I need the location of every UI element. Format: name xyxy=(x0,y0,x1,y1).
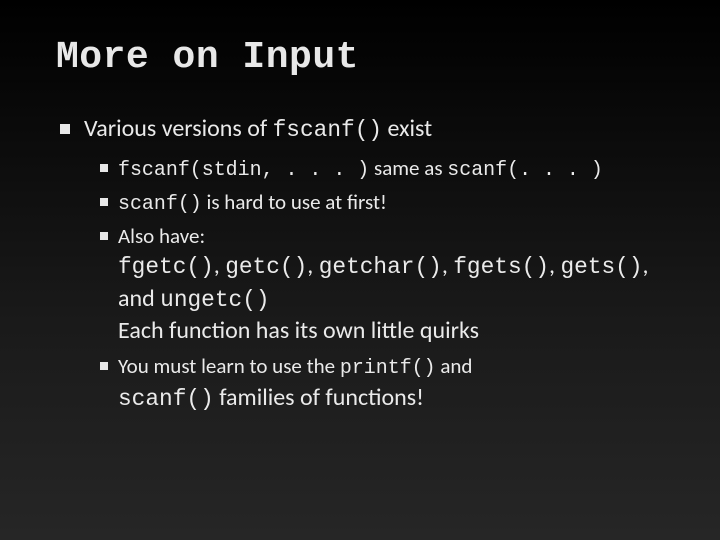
sep: , xyxy=(442,251,453,280)
text: families of functions! xyxy=(214,383,424,412)
code: ungetc() xyxy=(160,287,269,313)
code: fgetc() xyxy=(118,254,214,280)
sep: , xyxy=(549,251,560,280)
bullet-list: Various versions of fscanf() exist fscan… xyxy=(56,113,678,415)
sep: , xyxy=(307,251,318,280)
text: Various versions of xyxy=(84,114,273,143)
code: fscanf(stdin, . . . ) xyxy=(118,158,369,181)
code: fscanf() xyxy=(273,117,382,143)
code: printf() xyxy=(340,356,436,379)
sub-bullet-item: fscanf(stdin, . . . ) same as scanf(. . … xyxy=(98,154,678,184)
bullet-item: Various versions of fscanf() exist fscan… xyxy=(58,113,678,415)
sub-bullet-item: Also have: fgetc(), getc(), getchar(), f… xyxy=(98,222,678,348)
slide-title: More on Input xyxy=(56,36,678,79)
sub-bullet-item: scanf() is hard to use at first! xyxy=(98,188,678,218)
text: exist xyxy=(382,114,432,143)
sub-bullet-item: You must learn to use the printf() and s… xyxy=(98,352,678,415)
text: same as xyxy=(369,155,447,181)
text: You must learn to use the xyxy=(118,353,340,379)
sep: , xyxy=(643,251,649,280)
slide: More on Input Various versions of fscanf… xyxy=(0,0,720,540)
text: and xyxy=(118,284,160,313)
sub-bullet-list: fscanf(stdin, . . . ) same as scanf(. . … xyxy=(84,154,678,415)
code: scanf() xyxy=(118,386,214,412)
code: fgets() xyxy=(453,254,549,280)
continuation: scanf() families of functions! xyxy=(118,382,678,415)
code: getc() xyxy=(225,254,307,280)
code: gets() xyxy=(560,254,642,280)
code: scanf(. . . ) xyxy=(447,158,603,181)
code: getchar() xyxy=(319,254,442,280)
continuation: and ungetc() xyxy=(118,283,678,316)
continuation: Each function has its own little quirks xyxy=(118,315,678,347)
text: and xyxy=(436,353,473,379)
code: scanf() xyxy=(118,192,202,215)
text: Also have: xyxy=(118,223,205,249)
text: is hard to use at first! xyxy=(202,189,387,215)
sep: , xyxy=(214,251,225,280)
continuation: fgetc(), getc(), getchar(), fgets(), get… xyxy=(118,250,678,283)
